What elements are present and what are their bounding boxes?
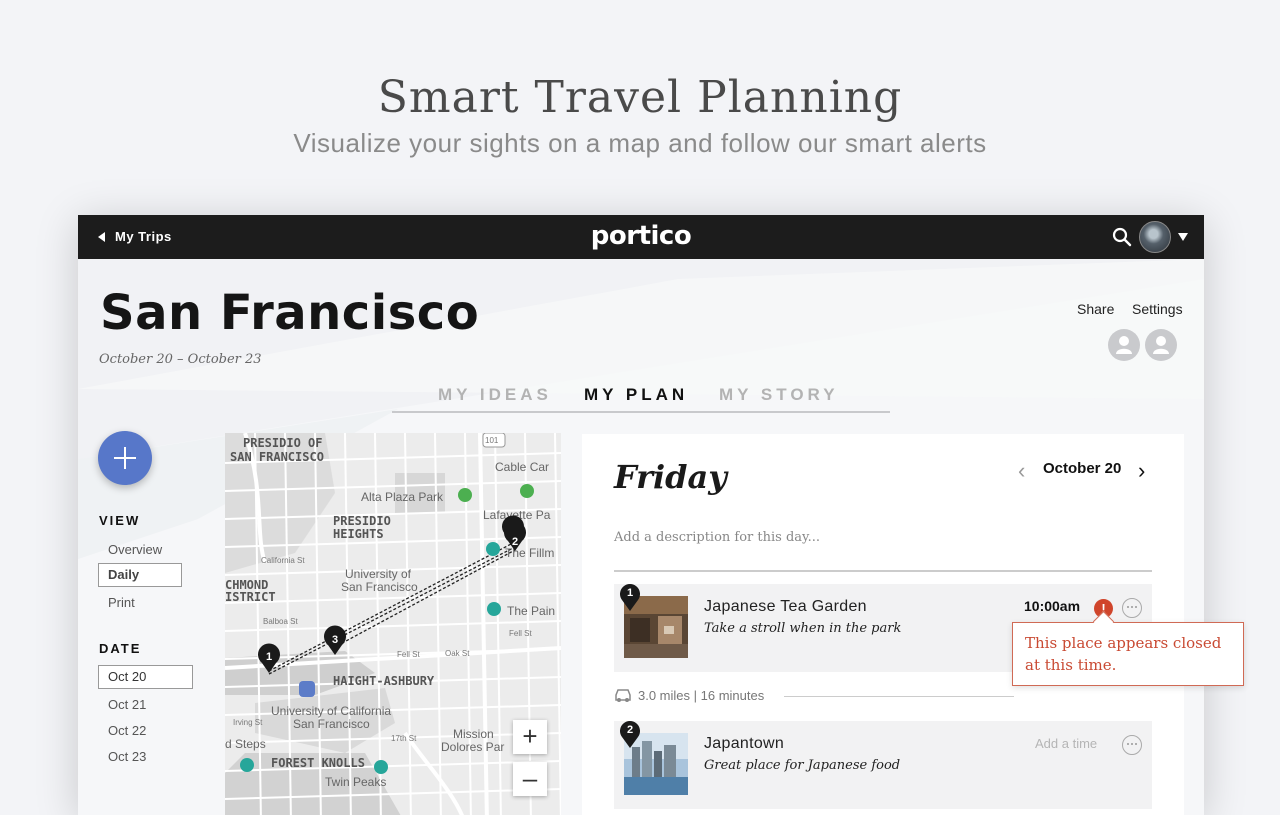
svg-text:2: 2 [512,536,518,548]
svg-text:Irving St: Irving St [233,718,263,727]
settings-link[interactable]: Settings [1132,301,1183,317]
view-option-overview[interactable]: Overview [108,542,162,557]
svg-text:Oak St: Oak St [445,649,470,658]
add-time-link[interactable]: Add a time [1035,736,1097,751]
more-icon[interactable] [1122,598,1142,618]
share-link[interactable]: Share [1077,301,1114,317]
chevron-right-icon[interactable]: › [1138,458,1145,484]
tab-my-plan[interactable]: MY PLAN [584,385,688,405]
svg-text:17th St: 17th St [391,734,417,743]
svg-text:Twin Peaks: Twin Peaks [325,775,386,789]
collaborator-icon [1116,336,1132,354]
travel-info: 3.0 miles | 16 minutes [614,688,1014,704]
divider [614,570,1152,572]
svg-text:Mission: Mission [453,727,494,741]
date-option-oct-21[interactable]: Oct 21 [108,697,146,712]
current-date-label: October 20 [1043,460,1122,477]
svg-text:Cable Car: Cable Car [495,460,549,474]
svg-text:University of: University of [345,567,412,581]
hero-title: Smart Travel Planning [377,72,903,123]
place-note: Take a stroll when in the park [704,621,902,636]
svg-text:ISTRICT: ISTRICT [225,590,276,604]
svg-text:Alta Plaza Park: Alta Plaza Park [361,490,444,504]
svg-text:FOREST KNOLLS: FOREST KNOLLS [271,756,365,770]
trip-map[interactable]: PRESIDIO OF SAN FRANCISCO PRESIDIO HEIGH… [225,433,561,815]
svg-text:101: 101 [485,436,499,445]
svg-text:HEIGHTS: HEIGHTS [333,527,384,541]
top-navigation-bar: My Trips portico [78,215,1204,259]
svg-text:3: 3 [332,634,338,646]
trip-dates: October 20 – October 23 [99,352,262,367]
tab-my-story[interactable]: MY STORY [719,385,839,405]
svg-text:The Fillm: The Fillm [505,546,554,560]
place-time[interactable]: 10:00am [1024,598,1080,614]
itinerary-item[interactable]: 2 Japantown Great place for Japanese foo… [614,721,1152,809]
place-note: Great place for Japanese food [704,758,901,773]
day-description-field[interactable]: Add a description for this day... [614,530,820,545]
map-zoom-in-button[interactable]: + [513,720,547,754]
user-avatar[interactable] [1139,221,1171,253]
divider [784,696,1014,697]
hero-subtitle: Visualize your sights on a map and follo… [293,128,987,158]
map-zoom-out-button[interactable]: – [513,762,547,796]
add-place-button[interactable] [98,431,152,485]
svg-text:San Francisco: San Francisco [341,580,418,594]
svg-text:1: 1 [266,651,272,663]
search-icon[interactable] [1112,227,1132,247]
tab-my-ideas[interactable]: MY IDEAS [438,385,552,405]
svg-text:The Pain: The Pain [507,604,555,618]
app-window: My Trips portico San Francisco October 2… [78,215,1204,815]
svg-text:PRESIDIO: PRESIDIO [333,514,391,528]
svg-text:Fell St: Fell St [509,629,532,638]
trip-city-title: San Francisco [100,285,480,341]
view-heading: VIEW [99,513,141,528]
closed-alert-tooltip: This place appears closed at this time. [1012,610,1244,686]
collaborator-icon [1153,336,1169,354]
svg-text:HAIGHT-ASHBURY: HAIGHT-ASHBURY [333,674,435,688]
item-number: 1 [626,587,634,599]
date-option-oct-20[interactable]: Oct 20 [98,665,193,689]
date-option-oct-23[interactable]: Oct 23 [108,749,146,764]
collaborator-avatar-2[interactable] [1145,329,1177,361]
chevron-left-icon[interactable]: ‹ [1018,458,1025,484]
svg-text:California St: California St [261,556,305,565]
car-icon [615,689,631,702]
day-title: Friday [614,458,727,496]
svg-text:SAN FRANCISCO: SAN FRANCISCO [230,450,324,464]
view-option-daily[interactable]: Daily [98,563,182,587]
caret-down-icon[interactable] [1178,233,1188,241]
item-number: 2 [626,724,634,736]
svg-text:San Francisco: San Francisco [293,717,370,731]
alert-message: This place appears closed at this time. [1025,634,1222,674]
travel-distance: 3.0 miles | 16 minutes [638,688,765,703]
place-title[interactable]: Japantown [704,735,784,753]
view-option-print[interactable]: Print [108,595,135,610]
map-canvas: PRESIDIO OF SAN FRANCISCO PRESIDIO HEIGH… [225,433,561,815]
svg-text:Dolores Par: Dolores Par [441,740,504,754]
more-icon[interactable] [1122,735,1142,755]
svg-text:PRESIDIO OF: PRESIDIO OF [243,436,322,450]
place-title[interactable]: Japanese Tea Garden [704,598,867,616]
date-heading: DATE [99,641,142,656]
plan-tabs: MY IDEAS MY PLAN MY STORY [392,383,890,413]
svg-text:d Steps: d Steps [225,737,266,751]
svg-text:Balboa St: Balboa St [263,617,298,626]
collaborator-avatar-1[interactable] [1108,329,1140,361]
svg-text:Fell St: Fell St [397,650,420,659]
portico-logo[interactable]: portico [78,221,1204,251]
date-option-oct-22[interactable]: Oct 22 [108,723,146,738]
svg-text:University of California: University of California [271,704,391,718]
